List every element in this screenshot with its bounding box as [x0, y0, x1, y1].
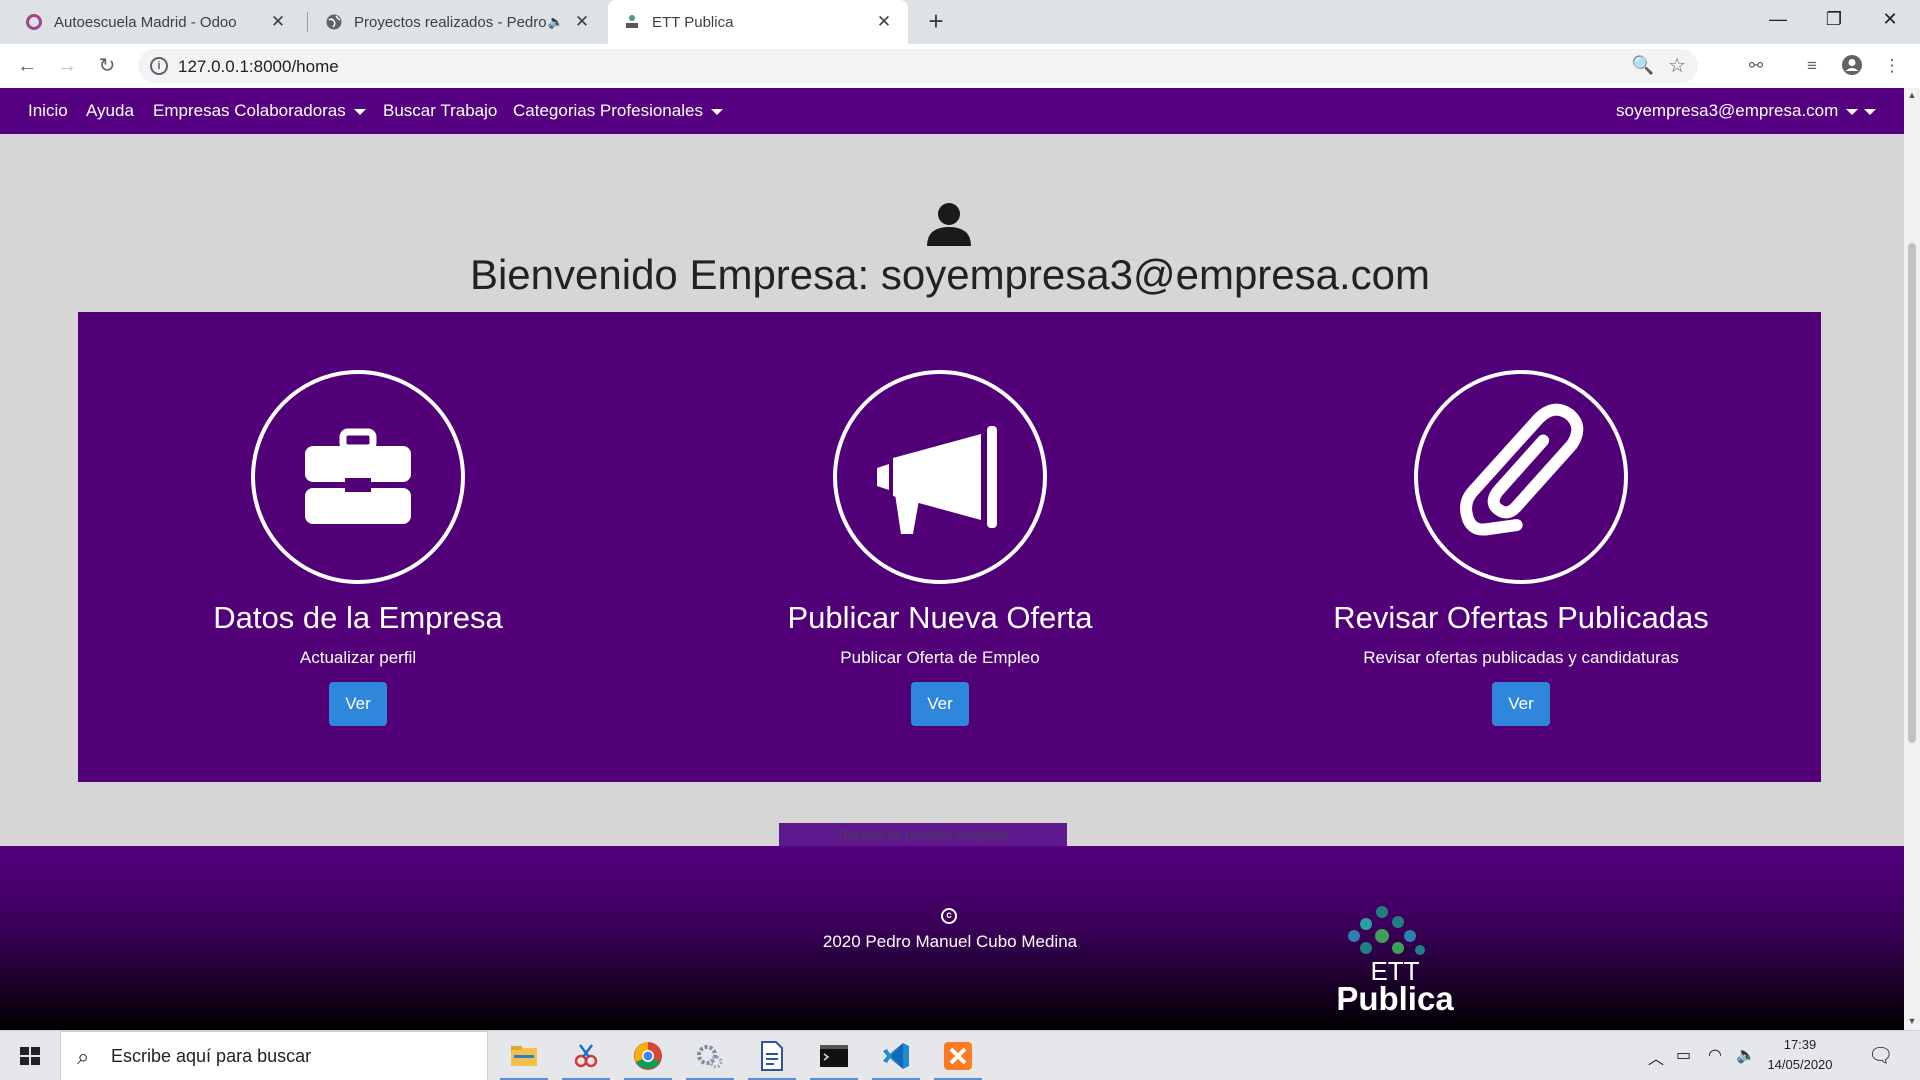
snipping-tool-icon[interactable]: [556, 1031, 616, 1080]
profile-icon[interactable]: [1840, 54, 1864, 78]
tab-title: Autoescuela Madrid - Odoo: [54, 13, 237, 31]
forward-icon[interactable]: →: [53, 52, 81, 80]
close-tab-icon[interactable]: ✕: [572, 12, 592, 32]
notifications-icon[interactable]: 🗨: [1868, 1043, 1893, 1068]
browser-tabstrip: Autoescuela Madrid - Odoo ✕ Proyectos re…: [0, 0, 1920, 44]
card-title: Revisar Ofertas Publicadas: [1333, 600, 1709, 635]
document-icon[interactable]: [742, 1031, 802, 1080]
close-tab-icon[interactable]: ✕: [874, 12, 894, 32]
scroll-down-icon[interactable]: ▼: [1904, 1016, 1920, 1026]
dashboard-panel: Datos de la Empresa Actualizar perfil Ve…: [78, 312, 1821, 847]
copyright-icon: c: [941, 908, 957, 924]
nav-empresas-label: Empresas Colaboradoras: [153, 101, 346, 120]
close-window-icon[interactable]: ✕: [1862, 0, 1918, 40]
browser-tab-ett[interactable]: ETT Publica ✕: [608, 0, 908, 44]
globe-icon: [324, 12, 344, 32]
browser-tab-proyectos[interactable]: Proyectos realizados - Pedro 🔈 ✕: [310, 0, 606, 44]
reload-icon[interactable]: ↻: [93, 52, 121, 80]
user-icon: [927, 200, 971, 246]
windows-start-icon[interactable]: [0, 1031, 60, 1080]
paperclip-icon: [1414, 370, 1628, 584]
wifi-icon[interactable]: ◠: [1708, 1045, 1722, 1065]
close-tab-icon[interactable]: ✕: [268, 12, 288, 32]
tab-title: ETT Publica: [652, 13, 734, 31]
taskbar-search[interactable]: ⌕ Escribe aquí para buscar: [60, 1031, 488, 1080]
caret-down-icon: [710, 108, 723, 115]
search-icon: ⌕: [77, 1044, 90, 1069]
tray-chevron-up-icon[interactable]: ︿: [1648, 1045, 1664, 1069]
settings-gears-icon[interactable]: [680, 1031, 740, 1080]
logo-publica-text: Publica: [1336, 980, 1454, 1017]
card-datos-empresa: Datos de la Empresa Actualizar perfil Ve…: [78, 312, 638, 782]
speaker-icon[interactable]: 🔈: [548, 14, 564, 30]
card-publicar-oferta: Publicar Nueva Oferta Publicar Oferta de…: [660, 312, 1220, 782]
taskbar-clock[interactable]: 17:39 14/05/2020: [1760, 1035, 1840, 1075]
nav-categorias-profesionales[interactable]: Categorias Profesionales: [513, 101, 723, 121]
nav-inicio[interactable]: Inicio: [28, 101, 68, 121]
volume-icon[interactable]: 🔈: [1736, 1045, 1756, 1065]
taskbar-search-placeholder: Escribe aquí para buscar: [111, 1046, 312, 1066]
ett-publica-logo: ETT Publica: [1310, 906, 1490, 1016]
card-subtitle: Actualizar perfil: [299, 648, 417, 667]
megaphone-icon: [833, 370, 1047, 584]
vscode-icon[interactable]: [866, 1031, 926, 1080]
nav-ayuda[interactable]: Ayuda: [86, 101, 134, 121]
clock-date: 14/05/2020: [1767, 1057, 1833, 1072]
file-explorer-icon[interactable]: [494, 1031, 554, 1080]
welcome-heading: Bienvenido Empresa: soyempresa3@empresa.…: [469, 251, 1431, 298]
extension-icon[interactable]: ⚯: [1744, 54, 1768, 78]
card-revisar-ofertas: Revisar Ofertas Publicadas Revisar ofert…: [1241, 312, 1801, 782]
card-subtitle: Revisar ofertas publicadas y candidatura…: [1363, 648, 1679, 667]
nav-buscar-trabajo[interactable]: Buscar Trabajo: [383, 101, 497, 121]
xampp-icon[interactable]: [928, 1031, 988, 1080]
windows-taskbar: ⌕ Escribe aquí para buscar ︿ ▭ ◠ 🔈 17:39…: [0, 1030, 1920, 1080]
caret-down-icon: [1846, 108, 1859, 115]
page-viewport: Inicio Ayuda Empresas Colaboradoras Busc…: [0, 88, 1904, 1030]
nav-categorias-label: Categorias Profesionales: [513, 101, 703, 120]
card-title: Datos de la Empresa: [213, 600, 503, 635]
tab-title: Proyectos realizados - Pedro: [354, 13, 547, 31]
card-subtitle: Publicar Oferta de Empleo: [840, 648, 1040, 667]
ver-datos-button[interactable]: Ver: [329, 682, 387, 726]
odoo-icon: [24, 12, 44, 32]
address-bar[interactable]: i 127.0.0.1:8000/home 🔍 ☆: [138, 49, 1698, 83]
scrollbar-thumb[interactable]: [1908, 243, 1916, 743]
minimize-icon[interactable]: —: [1750, 0, 1806, 40]
site-navbar: Inicio Ayuda Empresas Colaboradoras Busc…: [0, 88, 1904, 134]
battery-icon[interactable]: ▭: [1676, 1045, 1691, 1065]
nav-user-menu[interactable]: soyempresa3@empresa.com: [1616, 101, 1877, 121]
nav-empresas-colaboradoras[interactable]: Empresas Colaboradoras: [153, 101, 366, 121]
copyright-text: 2020 Pedro Manuel Cubo Medina: [822, 932, 1078, 951]
chrome-icon[interactable]: [618, 1031, 678, 1080]
site-footer: c 2020 Pedro Manuel Cubo Medina ETT Publ…: [0, 846, 1904, 1030]
ver-publicar-button[interactable]: Ver: [911, 682, 969, 726]
url-text: 127.0.0.1:8000/home: [178, 57, 339, 76]
caret-down-icon: [353, 108, 366, 115]
clock-time: 17:39: [1783, 1037, 1817, 1052]
briefcase-icon: [251, 370, 465, 584]
new-tab-icon[interactable]: +: [921, 6, 951, 36]
back-icon[interactable]: ←: [13, 52, 41, 80]
snip-tooltip: Recorte de pantalla completa: [779, 823, 1067, 847]
caret-down-icon: [1864, 108, 1877, 115]
browser-toolbar: ← → ↻ i 127.0.0.1:8000/home 🔍 ☆ ⚯ ≡ ⋮: [0, 44, 1920, 88]
bookmark-star-icon[interactable]: ☆: [1668, 53, 1686, 78]
ver-revisar-button[interactable]: Ver: [1492, 682, 1550, 726]
terminal-icon[interactable]: [804, 1031, 864, 1080]
browser-tab-odoo[interactable]: Autoescuela Madrid - Odoo ✕: [10, 0, 302, 44]
scroll-up-icon[interactable]: ▲: [1904, 90, 1920, 100]
restore-icon[interactable]: ❐: [1806, 0, 1862, 40]
zoom-icon[interactable]: 🔍: [1632, 55, 1654, 76]
tab-divider: [307, 12, 308, 32]
menu-kebab-icon[interactable]: ⋮: [1880, 54, 1904, 78]
nav-user-label: soyempresa3@empresa.com: [1616, 101, 1839, 120]
card-title: Publicar Nueva Oferta: [787, 600, 1093, 635]
ett-favicon: [622, 12, 642, 32]
info-icon[interactable]: i: [150, 57, 168, 75]
page-scrollbar[interactable]: ▲ ▼: [1904, 88, 1920, 1030]
media-queue-icon[interactable]: ≡: [1800, 54, 1824, 78]
